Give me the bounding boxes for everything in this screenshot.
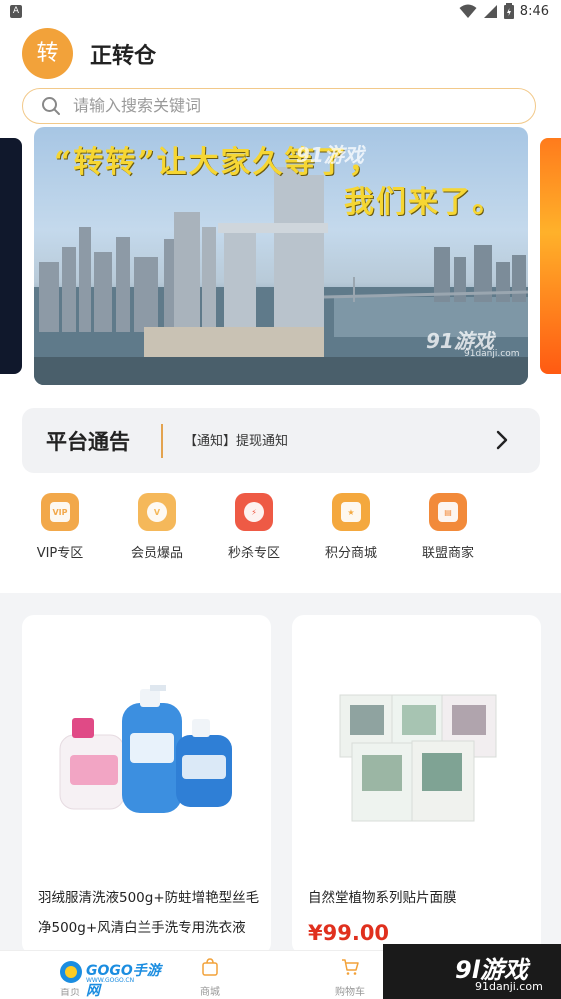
quick-entry-grid: VIP VIP专区 V 会员爆品 ⚡ 秒杀专区 ★ 积分商城 ▤ 联盟商家	[0, 493, 561, 573]
status-time: 8:46	[519, 3, 549, 19]
nav-label: 购物车	[335, 987, 365, 998]
app-logo: 转	[22, 28, 73, 79]
nav-label: 商城	[200, 987, 220, 998]
shopping-bag-icon	[202, 958, 218, 976]
notice-divider	[161, 424, 163, 458]
signal-icon	[483, 4, 497, 18]
quick-entry-vip[interactable]: VIP VIP专区	[11, 493, 109, 561]
gogo-watermark: GOGO手游网 WWW.GOGO.CN	[56, 956, 168, 999]
product-name: 自然堂植物系列贴片面膜	[308, 890, 457, 906]
product-image	[339, 694, 497, 822]
quick-entry-label: 会员爆品	[130, 546, 183, 561]
banner-next-slide[interactable]	[540, 138, 561, 374]
wifi-icon	[459, 4, 477, 18]
search-bar[interactable]	[22, 88, 536, 124]
banner-watermark: 91游戏	[296, 143, 364, 167]
product-name: 羽绒服清洗液500g+防蛀增艳型丝毛净500g+风清白兰手洗专用洗衣液1kg	[38, 890, 260, 955]
quick-entry-label: 积分商城	[324, 546, 377, 561]
gogo-logo-icon	[60, 961, 82, 983]
nav-mall[interactable]: 商城	[170, 957, 250, 998]
banner-slide[interactable]: “转转”让大家久等了， 我们来了。 91游戏 91游戏 91danji.com	[34, 127, 528, 385]
banner-subheadline: 我们来了。	[344, 185, 504, 220]
status-notification-icon: A	[10, 5, 22, 18]
notice-title: 平台通告	[46, 430, 130, 454]
app-title: 正转仓	[90, 44, 157, 69]
product-price: ¥99.00	[308, 921, 390, 945]
battery-icon	[503, 3, 514, 19]
notice-text: 【通知】提现通知	[184, 434, 289, 449]
quick-entry-label: VIP专区	[36, 546, 84, 561]
status-indicators: 8:46	[459, 3, 549, 19]
platform-notice[interactable]: 平台通告 【通知】提现通知	[22, 408, 540, 473]
store-icon: ▤	[429, 493, 467, 531]
quick-entry-label: 秒杀专区	[227, 546, 280, 561]
brand-91-url: 91danji.com	[475, 980, 543, 993]
quick-entry-points-mall[interactable]: ★ 积分商城	[302, 493, 400, 561]
status-bar: A 8:46	[0, 0, 561, 24]
quick-entry-member[interactable]: V 会员爆品	[108, 493, 206, 561]
chevron-right-icon[interactable]	[494, 428, 510, 452]
product-card[interactable]: 羽绒服清洗液500g+防蛀增艳型丝毛净500g+风清白兰手洗专用洗衣液1kg	[22, 615, 271, 955]
banner-prev-slide[interactable]	[0, 138, 22, 374]
gogo-watermark-url: WWW.GOGO.CN	[86, 977, 135, 984]
quick-entry-alliance[interactable]: ▤ 联盟商家	[399, 493, 497, 561]
member-icon: V	[138, 493, 176, 531]
product-image	[59, 685, 232, 813]
search-icon	[42, 97, 60, 115]
cart-icon	[342, 959, 359, 975]
app-header: 转 正转仓	[0, 24, 561, 84]
brand-91-watermark: 9l游戏 91danji.com	[383, 944, 561, 999]
nav-cart[interactable]: 购物车	[310, 957, 390, 998]
product-card[interactable]: 自然堂植物系列贴片面膜 ¥99.00	[292, 615, 541, 955]
vip-icon: VIP	[41, 493, 79, 531]
search-input[interactable]	[73, 89, 513, 122]
alarm-clock-icon: ⚡	[235, 493, 273, 531]
points-ticket-icon: ★	[332, 493, 370, 531]
quick-entry-flash-sale[interactable]: ⚡ 秒杀专区	[205, 493, 303, 561]
quick-entry-label: 联盟商家	[421, 546, 474, 561]
banner-watermark-url: 91danji.com	[464, 349, 520, 359]
